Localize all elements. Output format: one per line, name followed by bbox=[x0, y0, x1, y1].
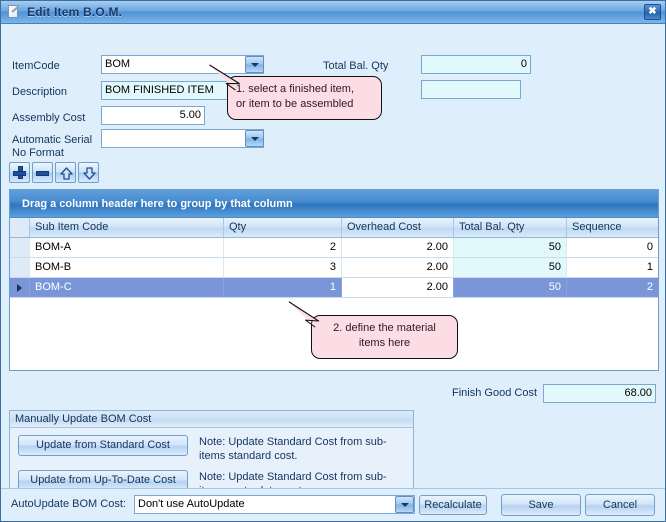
move-row-down-button[interactable] bbox=[78, 162, 99, 183]
column-header-sequence[interactable]: Sequence bbox=[567, 218, 658, 237]
automatic-serial-no-format-label: Automatic Serial No Format bbox=[12, 134, 93, 159]
cancel-button[interactable]: Cancel bbox=[585, 494, 655, 516]
cell-sequence[interactable]: 1 bbox=[567, 258, 658, 277]
description-label: Description bbox=[12, 86, 68, 98]
total-bal-qty-value: 0 bbox=[421, 55, 531, 74]
autoupdate-bom-cost-label: AutoUpdate BOM Cost: bbox=[11, 498, 126, 510]
table-row[interactable]: BOM-A 2 2.00 50 0 bbox=[10, 238, 658, 258]
finish-good-cost-label: Finish Good Cost bbox=[452, 387, 537, 399]
autoupdate-chevron-down-icon[interactable] bbox=[395, 496, 414, 513]
cell-overhead-cost[interactable]: 2.00 bbox=[342, 258, 454, 277]
total-bal-qty-label: Total Bal. Qty bbox=[323, 60, 389, 72]
column-header-sub-item-code[interactable]: Sub Item Code bbox=[30, 218, 224, 237]
callout-two-text: 2. define the material items here bbox=[333, 322, 436, 349]
cell-total-bal-qty: 50 bbox=[454, 238, 567, 257]
cell-sub-item-code[interactable]: BOM-C bbox=[30, 278, 224, 297]
window-title: Edit Item B.O.M. bbox=[27, 5, 123, 19]
assembly-cost-label: Assembly Cost bbox=[12, 112, 86, 124]
dialog-footer: AutoUpdate BOM Cost: Don't use AutoUpdat… bbox=[1, 488, 665, 521]
grid-toolbar bbox=[9, 162, 99, 183]
grid-header-row: Sub Item Code Qty Overhead Cost Total Ba… bbox=[10, 218, 658, 238]
itemcode-input[interactable]: BOM bbox=[101, 55, 264, 74]
table-row[interactable]: BOM-B 3 2.00 50 1 bbox=[10, 258, 658, 278]
row-indicator bbox=[10, 258, 30, 277]
itemcode-chevron-down-icon[interactable] bbox=[245, 56, 264, 73]
itemcode-label: ItemCode bbox=[12, 60, 60, 72]
note-standard-cost: Note: Update Standard Cost from sub-item… bbox=[199, 436, 387, 462]
group-by-drop-area[interactable]: Drag a column header here to group by th… bbox=[10, 190, 658, 218]
column-header-qty[interactable]: Qty bbox=[224, 218, 342, 237]
remove-row-button[interactable] bbox=[32, 162, 53, 183]
move-row-up-button[interactable] bbox=[55, 162, 76, 183]
update-from-standard-cost-button[interactable]: Update from Standard Cost bbox=[18, 435, 188, 456]
automatic-serial-no-format-input[interactable] bbox=[101, 129, 264, 148]
recalculate-button[interactable]: Recalculate bbox=[419, 495, 487, 515]
callout-select-finished-item: 1. select a finished item, or item to be… bbox=[209, 64, 382, 120]
cell-sequence[interactable]: 2 bbox=[567, 278, 658, 297]
row-indicator-current bbox=[10, 278, 30, 297]
cell-sub-item-code[interactable]: BOM-A bbox=[30, 238, 224, 257]
cell-sub-item-code[interactable]: BOM-B bbox=[30, 258, 224, 277]
add-row-button[interactable] bbox=[9, 162, 30, 183]
panel-title: Manually Update BOM Cost bbox=[10, 411, 413, 428]
table-row-selected[interactable]: BOM-C 1 2.00 50 2 bbox=[10, 278, 658, 298]
window-content: ItemCode BOM Description BOM FINISHED IT… bbox=[1, 24, 665, 521]
window-titlebar: Edit Item B.O.M. ✖ bbox=[1, 1, 665, 24]
cell-overhead-cost[interactable]: 2.00 bbox=[342, 238, 454, 257]
header-secondary-readonly-field bbox=[421, 80, 521, 99]
row-indicator bbox=[10, 238, 30, 257]
cell-total-bal-qty: 50 bbox=[454, 278, 567, 297]
cell-overhead-cost[interactable]: 2.00 bbox=[342, 278, 454, 297]
callout-define-material-items: 2. define the material items here bbox=[288, 301, 458, 359]
cell-sequence[interactable]: 0 bbox=[567, 238, 658, 257]
row-indicator-header bbox=[10, 218, 30, 237]
callout-one-text: 1. select a finished item, or item to be… bbox=[236, 83, 355, 110]
column-header-total-bal-qty[interactable]: Total Bal. Qty bbox=[454, 218, 567, 237]
cell-qty[interactable]: 1 bbox=[224, 278, 342, 297]
cell-qty[interactable]: 3 bbox=[224, 258, 342, 277]
close-icon[interactable]: ✖ bbox=[644, 4, 661, 20]
column-header-overhead-cost[interactable]: Overhead Cost bbox=[342, 218, 454, 237]
serial-chevron-down-icon[interactable] bbox=[245, 130, 264, 147]
edit-document-icon bbox=[7, 5, 21, 19]
edit-item-bom-window: Edit Item B.O.M. ✖ ItemCode BOM Descript… bbox=[0, 0, 666, 522]
cell-total-bal-qty: 50 bbox=[454, 258, 567, 277]
assembly-cost-input[interactable]: 5.00 bbox=[101, 106, 205, 125]
autoupdate-bom-cost-select[interactable]: Don't use AutoUpdate bbox=[134, 495, 415, 514]
finish-good-cost-value: 68.00 bbox=[543, 384, 656, 403]
save-button[interactable]: Save bbox=[501, 494, 581, 516]
cell-qty[interactable]: 2 bbox=[224, 238, 342, 257]
update-standard-cost-row: Update from Standard Cost Note: Update S… bbox=[10, 428, 413, 463]
